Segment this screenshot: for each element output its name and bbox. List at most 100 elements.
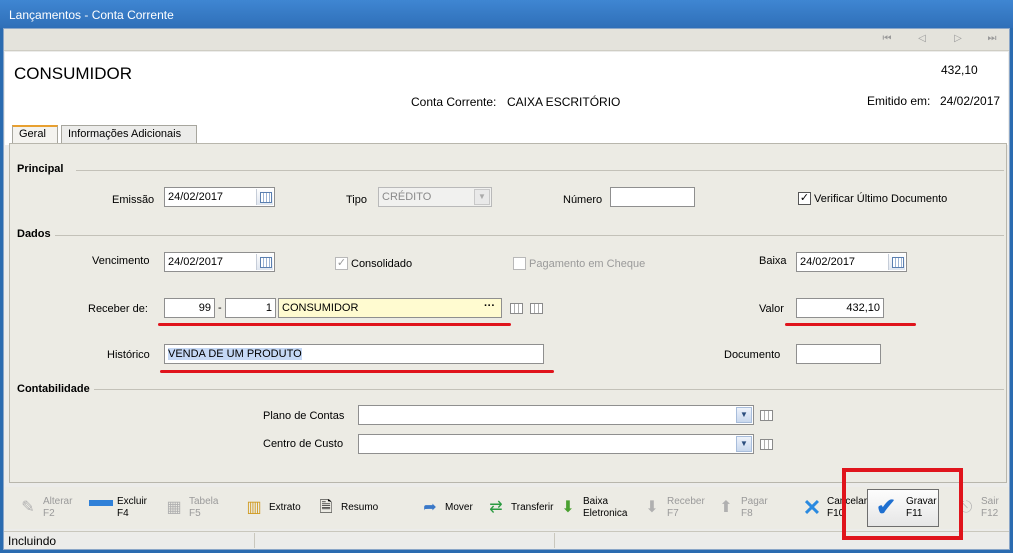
first-record-icon[interactable]: ⏮	[880, 32, 894, 46]
emissao-date-field[interactable]: 24/02/2017	[164, 187, 275, 207]
tipo-select[interactable]: CRÉDITO ▼	[378, 187, 492, 207]
pencil-icon: ✎	[21, 499, 35, 516]
documento-field[interactable]	[796, 344, 881, 364]
numero-field[interactable]	[610, 187, 695, 207]
extrato-label: Extrato	[269, 502, 301, 513]
divider	[76, 170, 1004, 171]
header-amount: 432,10	[941, 63, 978, 77]
plano-contas-select[interactable]: ▼	[358, 405, 754, 425]
section-contabilidade: Contabilidade	[17, 383, 90, 395]
baixa-label: Baixa	[759, 255, 787, 267]
calendar-icon[interactable]	[256, 254, 273, 270]
resumo-button[interactable]: 🗎 Resumo	[315, 491, 381, 525]
receber-name: CONSUMIDOR	[282, 302, 359, 314]
tab-geral[interactable]: Geral	[12, 125, 58, 143]
historico-field[interactable]: VENDA DE UM PRODUTO	[164, 344, 544, 364]
divider	[94, 389, 1004, 390]
lookup-ellipsis-icon[interactable]: ···	[484, 300, 495, 312]
receber-sub-field[interactable]: 1	[225, 298, 276, 318]
tab-informacoes-adicionais[interactable]: Informações Adicionais	[61, 125, 197, 143]
download-icon: ⬇	[561, 499, 575, 516]
baixa-date-field[interactable]: 24/02/2017	[796, 252, 907, 272]
baixa-eletronica-button[interactable]: ⬇ Baixa Eletronica	[557, 491, 629, 525]
table-icon[interactable]	[530, 303, 543, 314]
alterar-label: Alterar	[43, 496, 73, 507]
status-divider	[554, 533, 555, 548]
excluir-shortcut: F4	[117, 508, 129, 519]
pagamento-cheque-checkbox[interactable]	[513, 257, 526, 270]
verificar-label: Verificar Último Documento	[814, 193, 948, 205]
vencimento-date-field[interactable]: 24/02/2017	[164, 252, 275, 272]
receive-icon: ⬇	[645, 499, 659, 516]
sair-shortcut: F12	[981, 508, 999, 519]
chevron-down-icon[interactable]: ▼	[736, 436, 752, 452]
document-icon: 🗎	[319, 499, 333, 516]
transfer-icon: ⇄	[489, 499, 503, 516]
table-icon[interactable]	[510, 303, 523, 314]
divider	[55, 235, 1004, 236]
verificar-checkbox[interactable]: ✓	[798, 192, 811, 205]
table-icon[interactable]	[760, 410, 773, 421]
chevron-down-icon[interactable]: ▼	[736, 407, 752, 423]
tabela-label: Tabela	[189, 496, 219, 507]
extrato-button[interactable]: ▥ Extrato	[243, 491, 305, 525]
plano-contas-label: Plano de Contas	[263, 410, 345, 422]
emitido-label: Emitido em:	[867, 94, 931, 108]
report-icon: ▥	[246, 499, 262, 516]
baixa-value: 24/02/2017	[800, 256, 856, 268]
pagar-label: Pagar	[741, 496, 768, 507]
section-principal: Principal	[17, 163, 64, 175]
next-record-icon[interactable]: ▷	[951, 32, 965, 46]
receber-label: Receber de:	[88, 303, 148, 315]
alterar-button[interactable]: ✎ Alterar F2	[17, 491, 79, 525]
close-icon: ✕	[802, 495, 822, 520]
status-divider	[254, 533, 255, 548]
alterar-shortcut: F2	[43, 508, 55, 519]
record-navigator: ⏮ ◁ ▷ ⏭	[4, 29, 1009, 51]
sair-label: Sair	[981, 496, 999, 507]
emissao-label: Emissão	[112, 194, 155, 206]
receber-label: Receber	[667, 496, 705, 507]
tipo-label: Tipo	[346, 194, 367, 206]
valor-field[interactable]: 432,10	[796, 298, 884, 318]
receber-dash: -	[218, 302, 222, 314]
window-title: Lançamentos - Conta Corrente	[9, 8, 174, 22]
receber-code: 99	[198, 302, 211, 314]
receber-button[interactable]: ⬇ Receber F7	[641, 491, 705, 525]
table-icon[interactable]	[760, 439, 773, 450]
receber-name-lookup[interactable]: CONSUMIDOR ···	[278, 298, 502, 318]
baixa-eletronica-label: Baixa	[583, 496, 609, 507]
minus-icon	[89, 500, 113, 506]
vencimento-label: Vencimento	[92, 255, 150, 267]
pay-icon: ⬆	[719, 499, 733, 516]
numero-label: Número	[563, 194, 603, 206]
transferir-label: Transferir	[511, 502, 554, 513]
tabela-button[interactable]: ▦ Tabela F5	[163, 491, 225, 525]
mover-button[interactable]: ➦ Mover	[419, 491, 477, 525]
resumo-label: Resumo	[341, 502, 379, 513]
excluir-button[interactable]: Excluir F4	[89, 491, 155, 525]
emissao-value: 24/02/2017	[168, 191, 224, 203]
section-dados: Dados	[17, 228, 51, 240]
highlight-box	[842, 468, 963, 540]
tabela-shortcut: F5	[189, 508, 201, 519]
pagar-shortcut: F8	[741, 508, 753, 519]
emitido-value: 24/02/2017	[940, 94, 1001, 108]
transferir-button[interactable]: ⇄ Transferir	[485, 491, 553, 525]
last-record-icon[interactable]: ⏭	[985, 32, 999, 46]
centro-custo-select[interactable]: ▼	[358, 434, 754, 454]
receber-sub: 1	[265, 302, 272, 314]
pagar-button[interactable]: ⬆ Pagar F8	[715, 491, 777, 525]
status-mode: Incluindo	[8, 534, 57, 548]
historico-value: VENDA DE UM PRODUTO	[168, 348, 302, 360]
conta-corrente-label: Conta Corrente:	[411, 95, 497, 109]
calendar-icon[interactable]	[888, 254, 905, 270]
receber-code-field[interactable]: 99	[164, 298, 215, 318]
calendar-icon[interactable]	[256, 189, 273, 205]
consolidado-checkbox[interactable]: ✓	[335, 257, 348, 270]
receber-shortcut: F7	[667, 508, 679, 519]
red-underline	[160, 370, 554, 373]
previous-record-icon[interactable]: ◁	[915, 32, 929, 46]
valor-value: 432,10	[846, 302, 880, 314]
chevron-down-icon[interactable]: ▼	[474, 189, 490, 205]
